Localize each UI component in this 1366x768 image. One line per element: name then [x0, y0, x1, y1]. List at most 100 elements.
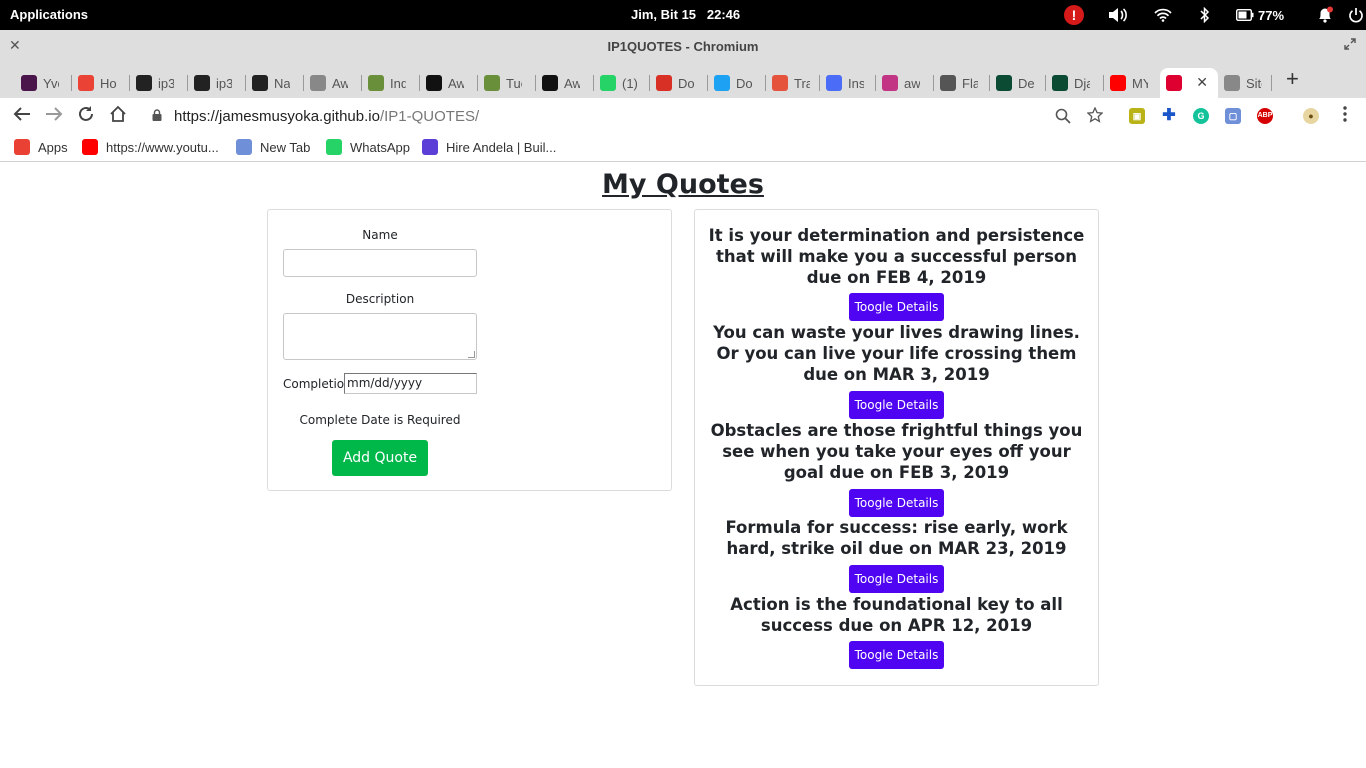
angular-icon: [1166, 75, 1182, 91]
browser-tab[interactable]: Ins: [820, 68, 876, 98]
tab-close-icon[interactable]: ✕: [1196, 74, 1208, 91]
description-label: Description: [345, 292, 415, 306]
toggle-details-button[interactable]: Toogle Details: [849, 489, 944, 517]
window-title-bar: ✕ IP1QUOTES - Chromium: [0, 30, 1366, 62]
toggle-details-button[interactable]: Toogle Details: [849, 293, 944, 321]
browser-tab[interactable]: MY: [1104, 68, 1160, 98]
grammarly-icon[interactable]: G: [1193, 108, 1209, 124]
back-button[interactable]: [11, 105, 33, 127]
bookmark-item[interactable]: New Tab: [236, 139, 310, 155]
home-button[interactable]: [107, 105, 129, 127]
browser-tab[interactable]: aw: [876, 68, 934, 98]
completion-date-input[interactable]: mm/dd/yyyy: [344, 373, 477, 394]
extension-camera-icon[interactable]: ▣: [1129, 108, 1145, 124]
tab-separator: [1271, 75, 1272, 91]
tab-label: Aw: [332, 75, 348, 91]
wifi-icon[interactable]: [1154, 5, 1172, 25]
docs-icon: [826, 75, 842, 91]
toggle-details-button[interactable]: Toogle Details: [849, 391, 944, 419]
browser-tab[interactable]: Do: [650, 68, 708, 98]
applications-menu[interactable]: Applications: [10, 7, 88, 22]
tab-label: (1): [622, 75, 638, 91]
forward-button[interactable]: [43, 105, 65, 127]
tab-label: ip3: [216, 75, 232, 91]
browser-tab[interactable]: Dja: [1046, 68, 1104, 98]
browser-tab[interactable]: ip3: [188, 68, 246, 98]
bookmark-item[interactable]: WhatsApp: [326, 139, 410, 155]
whatsapp-icon: [326, 139, 342, 155]
tab-label: Do: [678, 75, 694, 91]
battery-icon[interactable]: [1236, 5, 1254, 25]
browser-tab[interactable]: Site: [1218, 68, 1272, 98]
browser-tab[interactable]: (1): [594, 68, 650, 98]
bookmark-item[interactable]: https://www.youtu...: [82, 139, 219, 155]
tree-icon: [368, 75, 384, 91]
tab-label: MY: [1132, 75, 1148, 91]
andela-icon: [422, 139, 438, 155]
resize-grip-icon[interactable]: [468, 351, 475, 358]
youtube-icon: [1110, 75, 1126, 91]
power-icon[interactable]: [1348, 5, 1364, 25]
browser-tab[interactable]: Yvo: [15, 68, 72, 98]
bookmark-label: https://www.youtu...: [106, 139, 219, 155]
browser-tab[interactable]: ip3: [130, 68, 188, 98]
new-tab-icon: [236, 139, 252, 155]
browser-tab[interactable]: Aw: [536, 68, 594, 98]
system-clock[interactable]: Jim, Bit 15 22:46: [631, 7, 740, 22]
bookmark-label: New Tab: [260, 139, 311, 155]
github-icon: [252, 75, 268, 91]
bookmark-label: Apps: [38, 139, 68, 155]
browser-tab[interactable]: Hot: [72, 68, 130, 98]
browser-tab[interactable]: Tra: [766, 68, 820, 98]
add-quote-button[interactable]: Add Quote: [332, 440, 428, 476]
address-url[interactable]: https://jamesmusyoka.github.io/IP1-QUOTE…: [174, 108, 479, 125]
lock-icon: [152, 109, 162, 121]
tree-icon: [484, 75, 500, 91]
bookmark-star-icon[interactable]: [1086, 106, 1104, 128]
quote-text: Formula for success: rise early, work ha…: [725, 518, 1068, 558]
browser-menu-icon[interactable]: [1334, 105, 1356, 127]
name-input[interactable]: [283, 249, 477, 277]
alert-icon[interactable]: !: [1064, 5, 1084, 25]
bookmark-item[interactable]: Apps: [14, 139, 68, 155]
notification-bell-icon[interactable]: [1316, 5, 1334, 25]
profile-avatar[interactable]: ●: [1303, 108, 1319, 124]
browser-tab[interactable]: Nar: [246, 68, 304, 98]
browser-tab[interactable]: Fla: [934, 68, 990, 98]
quote-text: Action is the foundational key to all su…: [730, 595, 1063, 635]
google-photos-icon: [78, 75, 94, 91]
page-icon: [310, 75, 326, 91]
browser-toolbar: https://jamesmusyoka.github.io/IP1-QUOTE…: [0, 98, 1366, 134]
adblock-icon[interactable]: ABP: [1257, 108, 1273, 124]
description-textarea[interactable]: [283, 313, 477, 360]
browser-tab[interactable]: Do: [708, 68, 766, 98]
system-tray: ! 77%: [1026, 0, 1366, 30]
extension-screen-icon[interactable]: ▢: [1225, 108, 1241, 124]
new-tab-button[interactable]: +: [1286, 68, 1299, 90]
chart-icon: [1052, 75, 1068, 91]
youtube-icon: [82, 139, 98, 155]
extension-puzzle-icon[interactable]: ✚: [1161, 108, 1177, 124]
bluetooth-icon[interactable]: [1200, 5, 1210, 25]
address-bar[interactable]: https://jamesmusyoka.github.io/IP1-QUOTE…: [140, 101, 1110, 131]
toggle-details-button[interactable]: Toogle Details: [849, 641, 944, 669]
browser-tab[interactable]: Tue: [478, 68, 536, 98]
volume-icon[interactable]: [1108, 5, 1128, 25]
browser-tab[interactable]: De: [990, 68, 1046, 98]
browser-tab[interactable]: Ind: [362, 68, 420, 98]
bookmark-item[interactable]: Hire Andela | Buil...: [422, 139, 556, 155]
zoom-icon[interactable]: [1055, 108, 1071, 129]
tab-label: De: [1018, 75, 1034, 91]
window-maximize-icon[interactable]: [1344, 38, 1356, 53]
tab-label: Tue: [506, 75, 522, 91]
django-icon: [996, 75, 1012, 91]
browser-tab[interactable]: ✕: [1160, 68, 1218, 98]
w-icon: [426, 75, 442, 91]
quote-text: It is your determination and persistence…: [708, 226, 1085, 287]
reload-button[interactable]: [75, 105, 97, 127]
tab-label: Aw: [564, 75, 580, 91]
github-icon: [194, 75, 210, 91]
browser-tab[interactable]: Aw: [420, 68, 478, 98]
browser-tab[interactable]: Aw: [304, 68, 362, 98]
toggle-details-button[interactable]: Toogle Details: [849, 565, 944, 593]
